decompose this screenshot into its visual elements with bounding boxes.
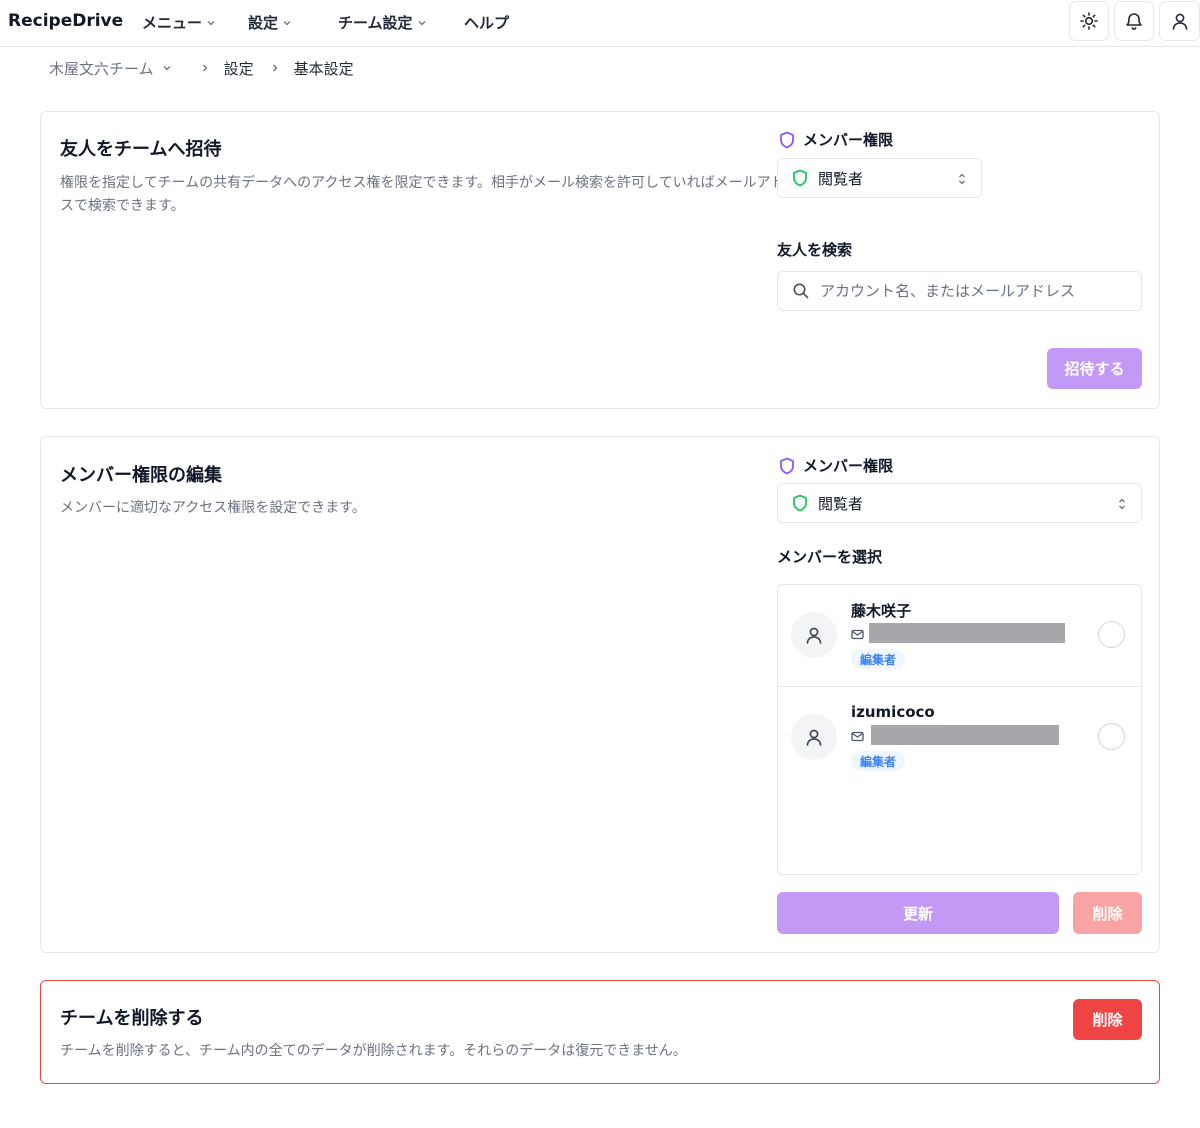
nav-team-settings[interactable]: チーム設定	[338, 12, 427, 33]
invite-card: 友人をチームへ招待 権限を指定してチームの共有データへのアクセス権を限定できます…	[40, 111, 1160, 409]
nav-settings-label: 設定	[248, 14, 279, 32]
profile-button[interactable]	[1159, 1, 1200, 41]
shield-icon	[793, 494, 807, 512]
notifications-button[interactable]	[1114, 1, 1154, 41]
edit-permission-label-text: メンバー権限	[803, 457, 894, 475]
nav-menu-label: メニュー	[142, 14, 203, 32]
breadcrumb-current: 基本設定	[293, 59, 354, 78]
nav-menu[interactable]: メニュー	[142, 12, 216, 33]
nav-help[interactable]: ヘルプ	[464, 12, 509, 33]
user-icon	[806, 729, 822, 746]
delete-team-description: チームを削除すると、チーム内の全てのデータが削除されます。それらのデータは復元で…	[60, 1043, 687, 1059]
search-friend-label: 友人を検索	[777, 241, 853, 259]
invite-permission-label: メンバー権限	[779, 129, 893, 150]
nav-help-label: ヘルプ	[464, 14, 510, 32]
chevron-down-icon	[418, 20, 426, 25]
chevron-down-icon	[283, 20, 291, 25]
avatar	[791, 612, 837, 658]
sun-icon	[1080, 12, 1098, 30]
nav-team-settings-label: チーム設定	[338, 14, 413, 32]
breadcrumb-settings[interactable]: 設定	[224, 58, 254, 79]
select-member-label: メンバーを選択	[777, 548, 883, 566]
top-navbar: RecipeDrive メニュー 設定 チーム設定 ヘルプ	[0, 0, 1200, 47]
invite-permission-value: 閲覧者	[818, 169, 864, 188]
shield-icon	[780, 131, 794, 148]
member-select-radio[interactable]	[1098, 723, 1125, 750]
mail-icon	[851, 731, 864, 742]
edit-description: メンバーに適切なアクセス権限を設定できます。	[60, 500, 366, 516]
invite-title: 友人をチームへ招待	[60, 139, 222, 160]
mail-icon	[851, 629, 864, 640]
shield-icon	[793, 169, 807, 187]
delete-team-button[interactable]: 削除	[1073, 999, 1142, 1040]
edit-permissions-card: メンバー権限の編集 メンバーに適切なアクセス権限を設定できます。 メンバー権限 …	[40, 436, 1160, 953]
chevron-down-icon	[163, 66, 171, 71]
member-name: izumicoco	[851, 703, 935, 721]
theme-toggle-button[interactable]	[1069, 1, 1109, 41]
shield-icon	[780, 457, 794, 474]
friend-search-input[interactable]	[820, 282, 1120, 300]
invite-permission-label-text: メンバー権限	[803, 131, 894, 149]
user-icon	[1172, 13, 1187, 30]
chevron-up-down-icon	[959, 173, 965, 185]
edit-permission-label: メンバー権限	[779, 455, 893, 476]
friend-search-box[interactable]	[777, 271, 1142, 311]
nav-settings[interactable]: 設定	[248, 12, 292, 33]
delete-team-title: チームを削除する	[60, 1008, 204, 1029]
breadcrumb: 木屋文六チーム 設定 基本設定	[49, 58, 354, 78]
edit-title: メンバー権限の編集	[60, 465, 222, 486]
invite-button[interactable]: 招待する	[1047, 348, 1142, 389]
chevron-right-icon	[202, 64, 207, 72]
member-list: 藤木咲子 編集者 izumicoco 編集者	[777, 584, 1142, 875]
breadcrumb-team-switcher[interactable]: 木屋文六チーム	[49, 58, 172, 79]
update-button[interactable]: 更新	[777, 892, 1059, 934]
invite-description-line2: スで検索できます。	[60, 198, 185, 214]
bell-icon	[1126, 13, 1142, 30]
role-badge: 編集者	[851, 751, 906, 771]
role-badge: 編集者	[851, 649, 906, 669]
invite-permission-select[interactable]: 閲覧者	[777, 158, 982, 198]
chevron-right-icon	[272, 64, 277, 72]
breadcrumb-team-label: 木屋文六チーム	[49, 59, 154, 78]
delete-team-card: チームを削除する チームを削除すると、チーム内の全てのデータが削除されます。それ…	[40, 980, 1160, 1084]
redacted-email	[871, 725, 1059, 745]
search-icon	[793, 283, 809, 299]
edit-permission-select[interactable]: 閲覧者	[777, 483, 1142, 523]
member-name: 藤木咲子	[851, 602, 912, 620]
avatar	[791, 714, 837, 760]
redacted-email	[869, 623, 1065, 643]
remove-member-button[interactable]: 削除	[1073, 892, 1142, 934]
app-brand[interactable]: RecipeDrive	[8, 11, 123, 31]
chevron-up-down-icon	[1119, 498, 1125, 510]
user-icon	[806, 627, 822, 644]
member-row[interactable]: 藤木咲子 編集者	[778, 585, 1141, 687]
chevron-down-icon	[207, 20, 215, 25]
invite-description-line1: 権限を指定してチームの共有データへのアクセス権を限定できます。相手がメール検索を…	[60, 175, 799, 191]
edit-permission-value: 閲覧者	[818, 494, 864, 513]
member-row[interactable]: izumicoco 編集者	[778, 687, 1141, 789]
member-select-radio[interactable]	[1098, 621, 1125, 648]
